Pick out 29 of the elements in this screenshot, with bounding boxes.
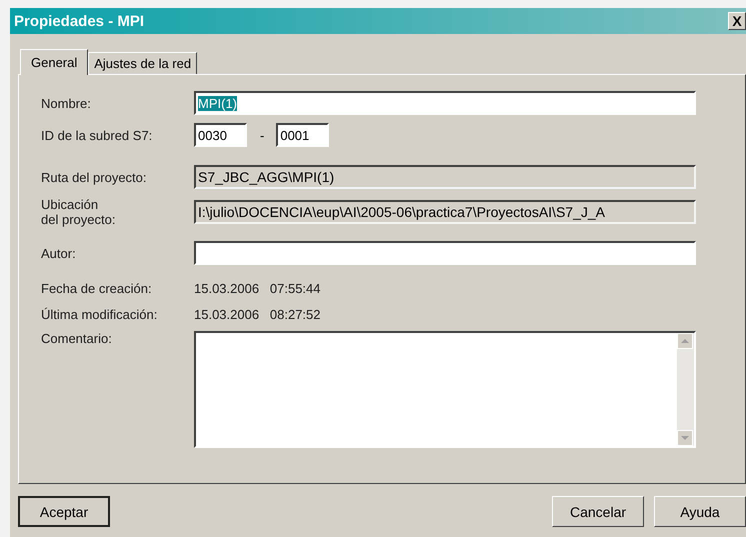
input-field[interactable] [194, 241, 696, 265]
readonly-field: S7_JBC_AGG\MPI(1) [194, 165, 696, 189]
separator-text: - [260, 128, 264, 142]
field-label: ID de la subred S7: [41, 128, 154, 142]
field-label: Comentario: [41, 331, 113, 346]
info-value: 15.03.2006 07:55:44 [194, 280, 321, 296]
field-label: Última modificación: [41, 306, 158, 322]
tab[interactable]: General [20, 49, 88, 75]
field-label: Nombre: [41, 96, 92, 110]
dialog-button[interactable]: Aceptar [18, 496, 110, 527]
field-label: Ruta del proyecto: [41, 170, 148, 184]
dialog-button[interactable]: Ayuda [654, 496, 746, 527]
readonly-field: I:\julio\DOCENCIA\eup\AI\2005-06\practica7\ProyectosAI\S7_J_A [194, 200, 696, 224]
dialog-button[interactable]: Cancelar [552, 496, 644, 527]
field-label: Fecha de creación: [41, 280, 153, 296]
close-button[interactable]: X [728, 12, 746, 30]
input-field[interactable]: 0030 [194, 123, 247, 147]
input-field[interactable]: MPI(1) [194, 91, 696, 115]
tab[interactable]: Ajustes de la red [88, 52, 198, 74]
field-value: MPI(1) [198, 96, 237, 110]
scrollbar[interactable] [677, 333, 694, 446]
input-field[interactable]: 0001 [276, 123, 330, 147]
info-value: 15.03.2006 08:27:52 [194, 306, 321, 322]
field-label: Ubicación del proyecto: [41, 197, 116, 227]
scroll-down-icon[interactable] [677, 430, 693, 446]
scroll-up-icon[interactable] [677, 333, 693, 349]
window-title: Propiedades - MPI [14, 12, 144, 30]
comment-field[interactable] [194, 331, 696, 448]
field-label: Autor: [41, 246, 77, 260]
